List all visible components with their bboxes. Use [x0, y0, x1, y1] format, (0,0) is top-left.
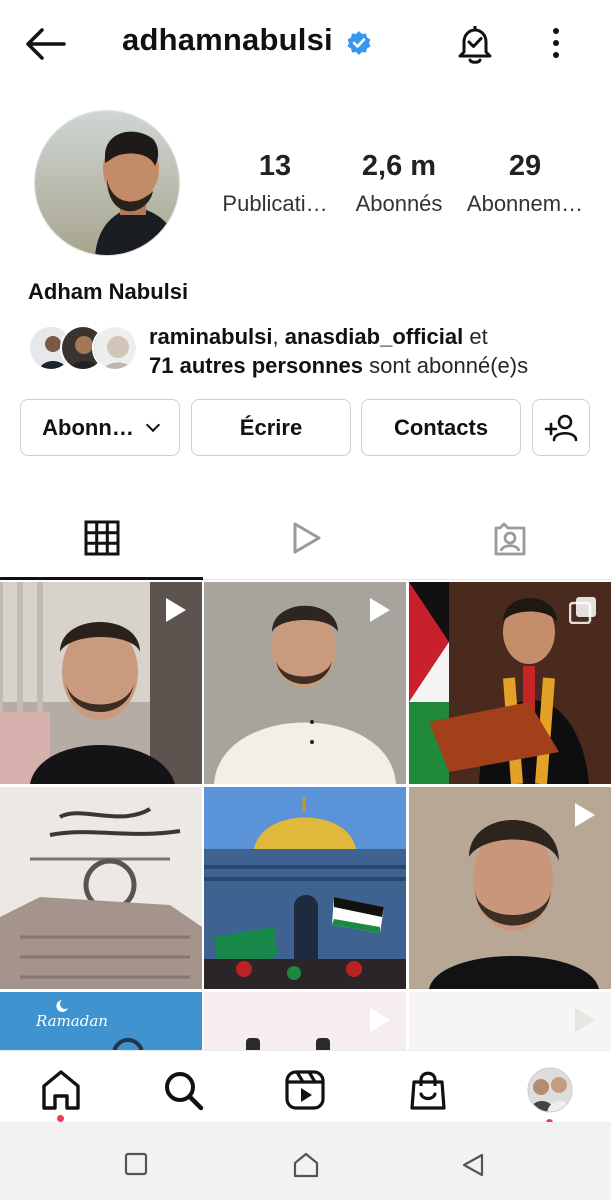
video-badge-icon [166, 598, 186, 622]
stat-following-count: 29 [508, 150, 542, 182]
back-triangle-icon[interactable] [460, 1152, 486, 1183]
mutual-avatars [28, 325, 138, 375]
post-thumbnail-2[interactable] [204, 582, 406, 784]
profile-stats: 13 Publicati… 2,6 m Abonnés 29 Abonnem… [210, 150, 600, 230]
tab-reels[interactable] [204, 508, 407, 580]
mutual-followers-text: raminabulsi, anasdiab_official et 71 aut… [149, 322, 528, 380]
message-label: Écrire [239, 414, 303, 440]
post-thumbnail-1[interactable] [0, 582, 202, 784]
mutual-user-2[interactable]: anasdiab_official [285, 324, 464, 349]
profile-tabs [0, 508, 611, 580]
recents-square-icon[interactable] [124, 1152, 148, 1181]
stat-following[interactable]: 29 Abonnem… [460, 150, 590, 217]
following-label: Abonn… [42, 414, 134, 440]
message-button[interactable]: Écrire [191, 399, 351, 456]
more-vertical-icon[interactable] [544, 26, 568, 60]
mutual-followers[interactable]: raminabulsi, anasdiab_official et 71 aut… [28, 322, 608, 382]
profile-full-name: Adham Nabulsi [28, 279, 189, 304]
video-badge-icon [575, 1008, 595, 1032]
post-thumbnail-9[interactable] [409, 992, 611, 1050]
verified-badge-icon [346, 30, 372, 56]
mutual-others: 71 autres personnes [149, 353, 363, 378]
nav-home[interactable] [36, 1065, 86, 1122]
nav-profile[interactable] [525, 1065, 575, 1126]
nav-shop[interactable] [403, 1065, 453, 1115]
reels-icon [285, 1070, 325, 1110]
post-thumbnail-3[interactable] [409, 582, 611, 784]
post-caption-ramadan: Ramadan [36, 1012, 108, 1030]
tab-tagged[interactable] [408, 508, 611, 580]
mutual-and: et [463, 324, 488, 349]
following-button[interactable]: Abonn… [20, 399, 180, 456]
profile-username: adhamnabulsi [122, 22, 333, 57]
mutual-avatar-3 [92, 325, 138, 371]
chevron-down-icon [145, 417, 160, 432]
mutual-separator: , [272, 324, 285, 349]
nav-reels[interactable] [280, 1065, 330, 1115]
shop-icon [410, 1071, 446, 1110]
notification-dot [57, 1115, 64, 1122]
arrow-left-icon[interactable] [24, 26, 68, 62]
add-user-icon [544, 414, 578, 441]
bell-check-icon[interactable] [455, 22, 495, 66]
profile-avatar[interactable] [34, 110, 180, 256]
contacts-label: Contacts [393, 414, 489, 440]
grid-icon [84, 520, 119, 556]
carousel-badge-icon [569, 597, 596, 624]
reels-play-icon [293, 522, 320, 554]
bottom-navigation [0, 1050, 611, 1126]
video-badge-icon [370, 598, 390, 622]
profile-avatar [527, 1067, 573, 1113]
posts-grid: Ramadan [0, 582, 611, 1050]
video-badge-icon [575, 803, 595, 827]
profile-actions: Abonn… Écrire Contacts [20, 399, 590, 457]
post-thumbnail-6[interactable] [409, 787, 611, 989]
stat-posts-label: Publicati… [222, 191, 328, 216]
nav-search[interactable] [158, 1065, 208, 1115]
search-icon [165, 1072, 204, 1111]
post-thumbnail-7[interactable]: Ramadan [0, 992, 202, 1050]
stat-followers[interactable]: 2,6 m Abonnés [334, 150, 464, 217]
stat-posts-count: 13 [258, 150, 292, 182]
tab-grid[interactable] [0, 508, 203, 580]
contacts-button[interactable]: Contacts [361, 399, 521, 456]
post-thumbnail-5[interactable] [204, 787, 406, 989]
stat-followers-count: 2,6 m [361, 150, 437, 182]
post-thumbnail-4[interactable] [0, 787, 202, 989]
mutual-suffix: sont abonné(e)s [362, 353, 529, 378]
post-thumbnail-8[interactable] [204, 992, 406, 1050]
tagged-person-icon [494, 522, 525, 556]
system-navigation-bar [0, 1122, 611, 1200]
stat-followers-label: Abonnés [355, 191, 443, 216]
home-icon [42, 1070, 80, 1110]
stat-posts[interactable]: 13 Publicati… [210, 150, 340, 217]
video-badge-icon [370, 1008, 390, 1032]
stat-following-label: Abonnem… [466, 191, 584, 216]
mutual-user-1[interactable]: raminabulsi [149, 324, 272, 349]
home-outline-icon[interactable] [292, 1152, 320, 1183]
profile-header: adhamnabulsi [0, 0, 611, 88]
add-user-button[interactable] [532, 399, 590, 456]
